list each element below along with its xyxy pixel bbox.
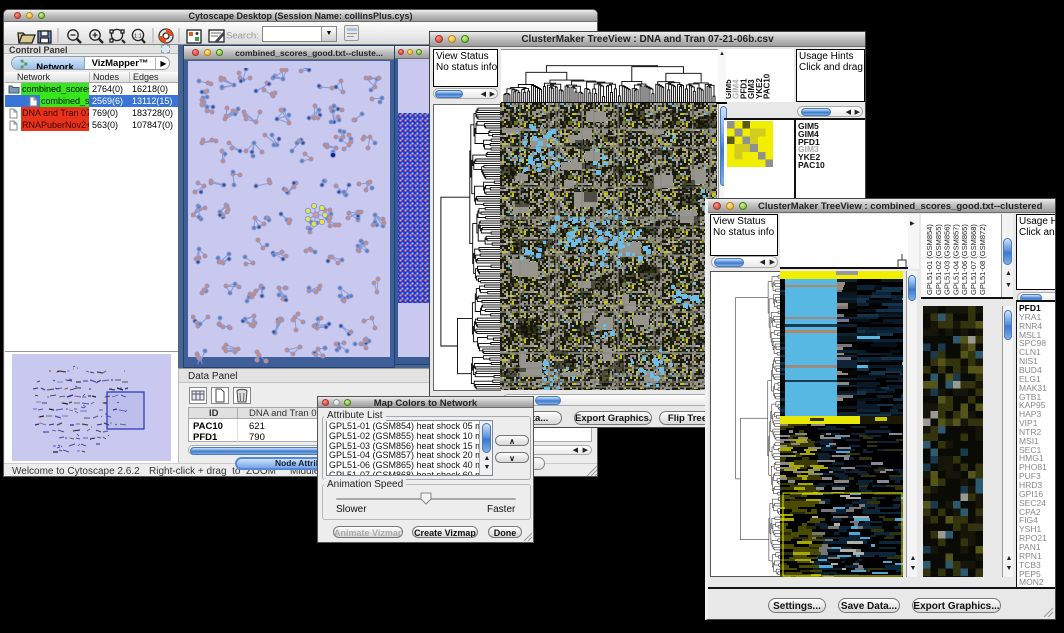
- svg-text:PAC10: PAC10: [763, 73, 772, 99]
- svg-text:GPL51-06 (GSM865): GPL51-06 (GSM865): [960, 224, 969, 295]
- svg-text:GPL51-07 (GSM868): GPL51-07 (GSM868): [969, 224, 978, 295]
- svg-text:GPL51-03 (GSM856): GPL51-03 (GSM856): [943, 224, 952, 295]
- svg-text:GPL51-01 (GSM854): GPL51-01 (GSM854): [925, 224, 934, 295]
- svg-text:GPL51-04 (GSM857): GPL51-04 (GSM857): [951, 224, 960, 295]
- svg-text:1:1: 1:1: [134, 34, 142, 40]
- svg-text:GPL51-08 (GSM872): GPL51-08 (GSM872): [978, 224, 987, 295]
- svg-text:Search:: Search:: [226, 31, 259, 42]
- svg-text:GPL51-02 (GSM855): GPL51-02 (GSM855): [934, 224, 943, 295]
